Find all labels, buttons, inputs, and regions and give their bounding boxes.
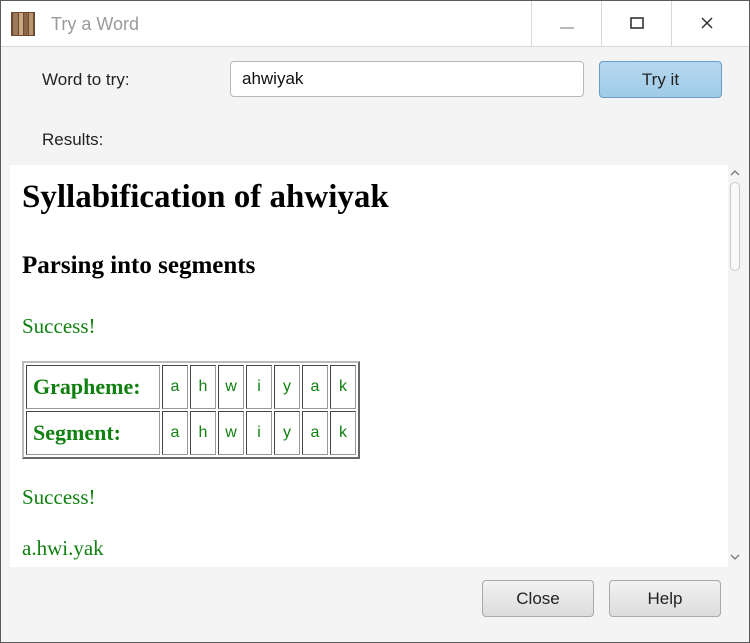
close-button[interactable]: Close [482,580,594,617]
close-icon [701,17,713,29]
segment-cell: w [218,411,244,455]
window-title: Try a Word [51,14,140,34]
segment-cell: h [190,411,216,455]
grapheme-cell: k [330,365,356,409]
grapheme-cell: w [218,365,244,409]
segment-cell: i [246,411,272,455]
segment-row-header: Segment: [26,411,160,455]
results-panel[interactable]: Syllabification of ahwiyak Parsing into … [10,165,741,567]
grapheme-cell: h [190,365,216,409]
results-scrollbar[interactable] [728,165,741,567]
try-a-word-window: Try a Word Word to try: Try it Results: … [0,0,750,643]
syllabify-status: Success! [22,485,96,509]
grapheme-cell: a [302,365,328,409]
books-icon [11,12,35,36]
syllabified-result: a.hwi.yak [22,536,104,560]
close-window-button[interactable] [671,1,741,46]
title-bar: Try a Word [1,1,749,47]
parsing-subheading: Parsing into segments [22,252,256,279]
word-label: Word to try: [42,70,130,89]
maximize-button[interactable] [601,1,671,46]
segment-cell: a [162,411,188,455]
grapheme-cell: y [274,365,300,409]
scroll-up-icon[interactable] [730,169,740,177]
try-it-button[interactable]: Try it [599,61,722,98]
grapheme-row-header: Grapheme: [26,365,160,409]
segment-cell: k [330,411,356,455]
results-heading: Syllabification of ahwiyak [22,179,389,215]
segment-cell: y [274,411,300,455]
minimize-icon [560,27,574,29]
grapheme-cell: a [162,365,188,409]
grapheme-cell: i [246,365,272,409]
segment-table: Grapheme: a h w i y a k Segment: a h w i… [22,361,360,459]
segment-row: Segment: a h w i y a k [26,411,356,455]
maximize-icon [630,17,644,29]
grapheme-row: Grapheme: a h w i y a k [26,365,356,409]
minimize-button[interactable] [531,1,601,46]
word-input[interactable] [230,61,584,97]
segment-cell: a [302,411,328,455]
scroll-thumb[interactable] [730,182,740,271]
results-label: Results: [42,130,104,149]
help-button[interactable]: Help [609,580,721,617]
scroll-down-icon[interactable] [730,553,740,561]
parse-status: Success! [22,314,96,338]
